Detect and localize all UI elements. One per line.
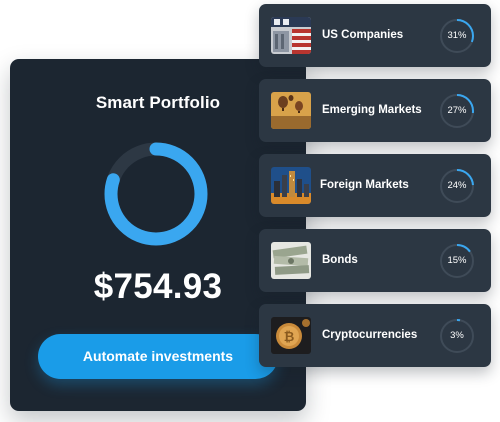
stock-ticker-image-icon xyxy=(271,17,311,54)
asset-row-us-companies[interactable]: US Companies 31% xyxy=(259,4,491,67)
asset-label-cryptocurrencies: Cryptocurrencies xyxy=(322,329,418,341)
bitcoin-coin-image-icon: ₿ xyxy=(271,317,311,354)
allocation-percent: 31% xyxy=(447,30,467,41)
hot-air-balloons-image-icon xyxy=(271,92,311,129)
asset-label-emerging-markets: Emerging Markets xyxy=(322,104,422,116)
asset-label-us-companies: US Companies xyxy=(322,29,404,41)
asset-label-foreign-markets: Foreign Markets xyxy=(320,179,409,191)
banknotes-image-icon xyxy=(271,242,311,279)
allocation-percent: 15% xyxy=(447,255,467,266)
allocation-percent: 3% xyxy=(450,330,464,341)
city-skyline-image-icon xyxy=(271,167,311,204)
asset-row-cryptocurrencies[interactable]: ₿ Cryptocurrencies 3% xyxy=(259,304,491,367)
asset-label-bonds: Bonds xyxy=(322,254,358,266)
allocation-percent: 24% xyxy=(447,180,467,191)
asset-row-foreign-markets[interactable]: Foreign Markets 24% xyxy=(259,154,491,217)
asset-row-bonds[interactable]: Bonds 15% xyxy=(259,229,491,292)
svg-text:₿: ₿ xyxy=(284,330,295,345)
allocation-percent: 27% xyxy=(447,105,467,116)
asset-row-emerging-markets[interactable]: Emerging Markets 27% xyxy=(259,79,491,142)
automate-investments-button[interactable]: Automate investments xyxy=(38,334,278,379)
portfolio-donut-chart xyxy=(104,142,208,246)
